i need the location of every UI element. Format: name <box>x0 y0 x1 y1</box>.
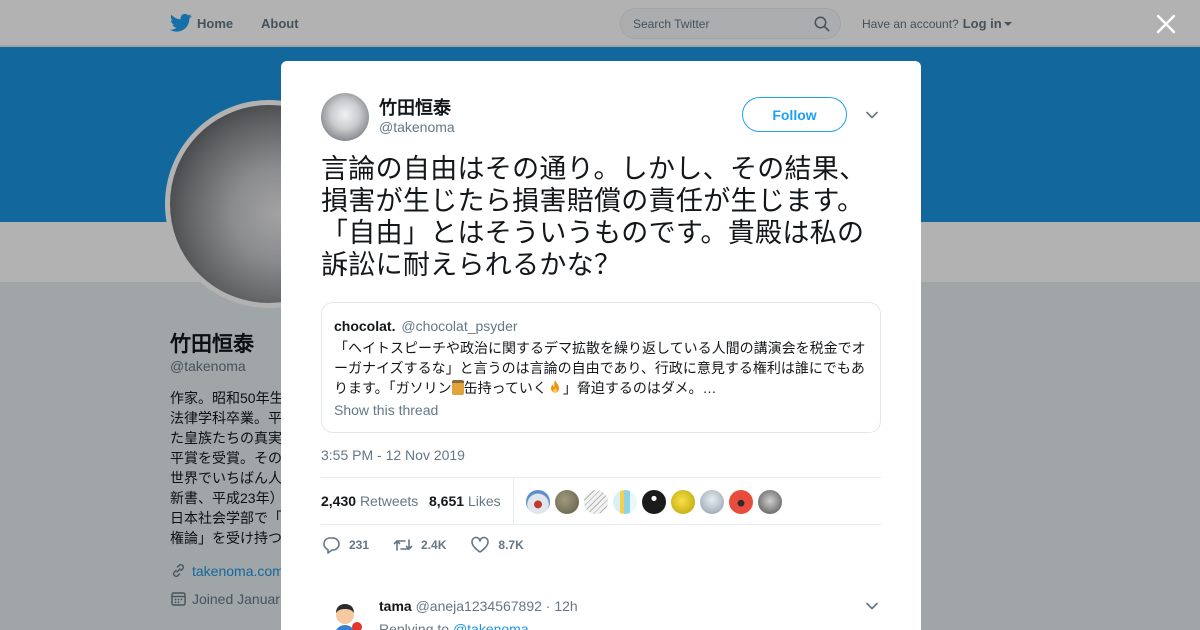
tweet-actions: 231 2.4K 8.7K <box>321 536 548 554</box>
quoted-author-name: chocolat. <box>334 318 396 334</box>
reply-icon <box>323 537 340 554</box>
heart-icon <box>471 536 490 553</box>
quoted-tweet[interactable]: chocolat. @chocolat_psyder 「ヘイトスピーチや政治に関… <box>321 302 881 433</box>
quoted-tweet-header: chocolat. @chocolat_psyder <box>334 318 518 334</box>
liker-avatar[interactable] <box>555 490 579 514</box>
liker-avatar[interactable] <box>700 490 724 514</box>
stats-divider <box>513 478 514 524</box>
quoted-tweet-text: 「ヘイトスピーチや政治に関するデマ拡散を繰り返している人間の講演会を税金でオーガ… <box>334 338 869 398</box>
replying-to: Replying to @takenoma <box>379 621 529 630</box>
reply-author-handle: @aneja1234567892 <box>415 598 542 614</box>
retweets-label: Retweets <box>359 493 419 509</box>
liker-avatar[interactable] <box>613 490 637 514</box>
liker-avatar[interactable] <box>642 490 666 514</box>
fire-emoji-icon <box>550 380 559 393</box>
reply-time: · 12h <box>545 598 578 614</box>
reply-avatar[interactable] <box>325 598 365 630</box>
chevron-down-icon[interactable] <box>865 108 879 122</box>
retweets-stat[interactable]: 2,430 Retweets <box>321 493 418 509</box>
close-icon[interactable] <box>1156 14 1176 34</box>
avatar-illustration-icon <box>325 598 365 630</box>
quoted-author-handle: @chocolat_psyder <box>401 318 518 334</box>
retweet-count: 2.4K <box>421 538 447 552</box>
reply-count: 231 <box>349 538 370 552</box>
liker-avatar[interactable] <box>758 490 782 514</box>
show-thread-link[interactable]: Show this thread <box>334 402 438 418</box>
liker-avatar[interactable] <box>671 490 695 514</box>
retweet-icon <box>393 539 413 551</box>
quoted-text-part3: 」脅迫するのはダメ。… <box>562 380 717 396</box>
follow-button[interactable]: Follow <box>742 97 847 132</box>
like-count: 8.7K <box>498 538 524 552</box>
reply-author[interactable]: tama @aneja1234567892 · 12h <box>379 598 578 614</box>
replying-to-handle[interactable]: @takenoma <box>453 621 529 630</box>
tweet-text: 言論の自由はその通り。しかし、その結果、損害が生じたら損害賠償の責任が生じます。… <box>321 154 867 280</box>
liker-avatars <box>526 490 787 514</box>
chevron-down-icon[interactable] <box>865 599 879 613</box>
retweet-action[interactable]: 2.4K <box>393 536 446 554</box>
tweet-modal: 竹田恒泰 @takenoma Follow 言論の自由はその通り。しかし、その結… <box>281 61 921 630</box>
liker-avatar[interactable] <box>526 490 550 514</box>
replying-to-label: Replying to <box>379 621 450 630</box>
tweet-stats: 2,430 Retweets 8,651 Likes <box>321 477 881 525</box>
author-name[interactable]: 竹田恒泰 <box>379 94 451 120</box>
like-action[interactable]: 8.7K <box>470 536 524 554</box>
liker-avatar[interactable] <box>584 490 608 514</box>
quoted-text-part2: 缶持っていく <box>463 380 547 396</box>
tweet-timestamp[interactable]: 3:55 PM - 12 Nov 2019 <box>321 447 465 463</box>
reply-action[interactable]: 231 <box>321 536 369 554</box>
likes-label: Likes <box>467 493 501 509</box>
author-avatar[interactable] <box>321 93 369 141</box>
author-handle[interactable]: @takenoma <box>379 119 455 135</box>
likes-count: 8,651 <box>429 493 465 509</box>
fuel-can-emoji-icon <box>451 380 464 395</box>
liker-avatar[interactable] <box>729 490 753 514</box>
reply-author-name: tama <box>379 598 412 614</box>
likes-stat[interactable]: 8,651 Likes <box>429 493 501 509</box>
retweets-count: 2,430 <box>321 493 357 509</box>
